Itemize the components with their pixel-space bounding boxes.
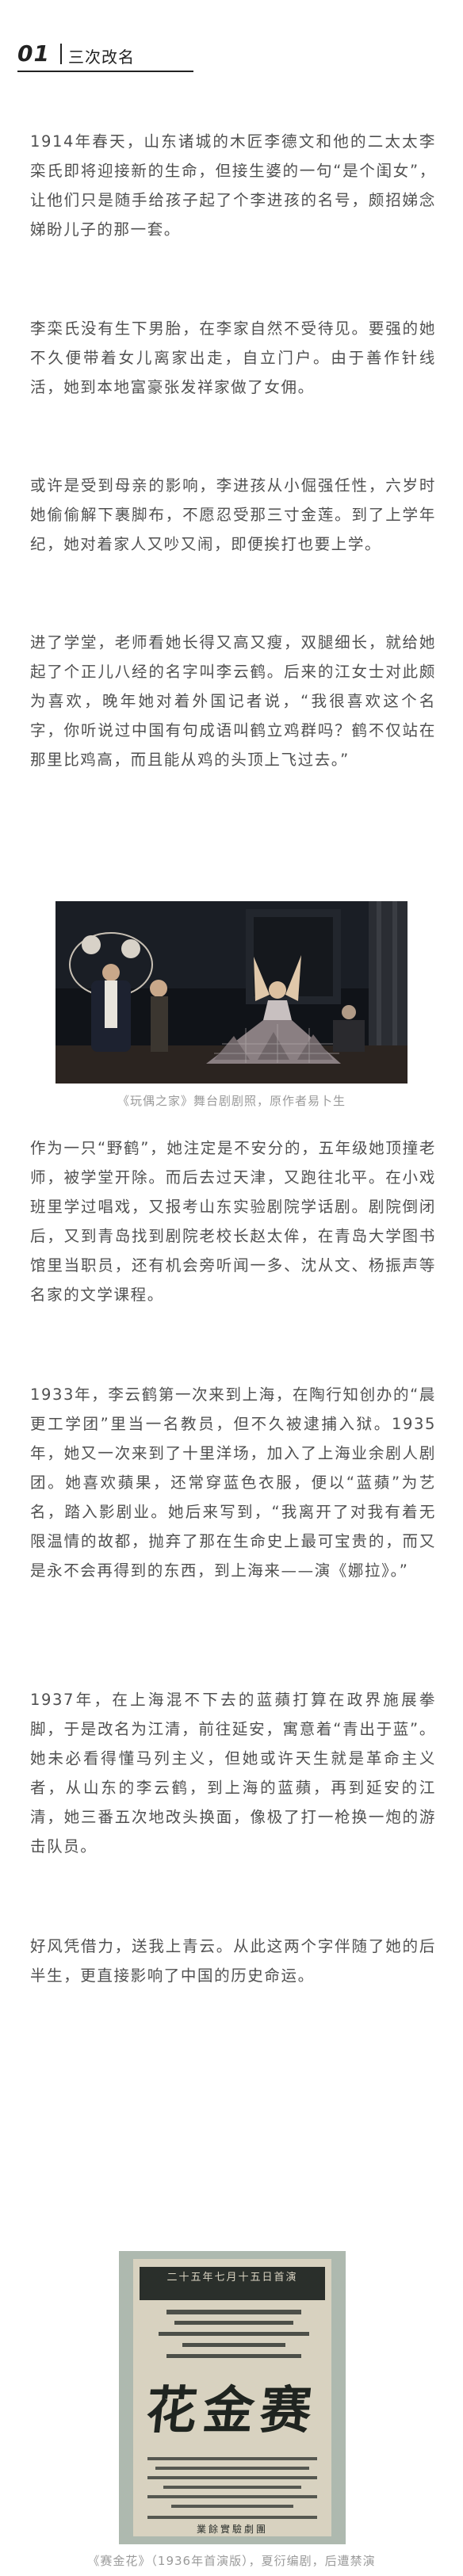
- poster-caption: 《赛金花》（1936年首演版），夏衍编剧，后遭禁演: [87, 2554, 376, 2568]
- play-poster-image: 二十五年七月十五日首演 花金赛 業餘實驗劇團: [119, 2251, 346, 2544]
- paragraph-mother: 李栾氏没有生下男胎，在李家自然不受待见。要强的她不久便带着女儿离家出走，自立门户…: [30, 319, 436, 396]
- poster-bottom-text: 業餘實驗劇團: [196, 2524, 268, 2535]
- section-number: 01: [17, 40, 50, 67]
- section-title: 三次改名: [68, 48, 135, 67]
- paragraph-birth: 1914年春天，山东诸城的木匠李德文和他的二太太李栾氏即将迎接新的生命，但接生婆…: [30, 132, 436, 239]
- photo-caption: 《玩偶之家》舞台剧剧照，原作者易卜生: [117, 1094, 346, 1108]
- paragraph-closing: 好风凭借力，送我上青云。从此这两个字伴随了她的后半生，更直接影响了中国的历史命运…: [30, 1937, 436, 1985]
- poster-title: 花金赛: [143, 2381, 321, 2440]
- paragraph-yanan: 1937年，在上海混不下去的蓝蘋打算在政界施展拳脚，于是改名为江清，前往延安，寓…: [30, 1691, 436, 1856]
- stage-photo: [55, 901, 408, 1084]
- header-underline: [17, 71, 193, 72]
- paragraph-childhood: 或许是受到母亲的影响，李进孩从小倔强任性，六岁时她偷偷解下裹脚布，不愿忍受那三寸…: [30, 476, 436, 553]
- section-header: 01 三次改名: [17, 37, 193, 72]
- paragraph-shanghai: 1933年，李云鹤第一次来到上海，在陶行知创办的“晨更工学团”里当一名教员，但不…: [30, 1385, 436, 1580]
- paragraph-wild-crane: 作为一只“野鹤”，她注定是不安分的，五年级她顶撞老师，被学堂开除。而后去过天津，…: [30, 1139, 436, 1304]
- poster-top-text: 二十五年七月十五日首演: [166, 2272, 298, 2284]
- paragraph-school-name: 进了学堂，老师看她长得又高又瘦，双腿细长，就给她起了个正儿八经的名字叫李云鹤。后…: [30, 633, 436, 769]
- header-divider: [60, 44, 62, 64]
